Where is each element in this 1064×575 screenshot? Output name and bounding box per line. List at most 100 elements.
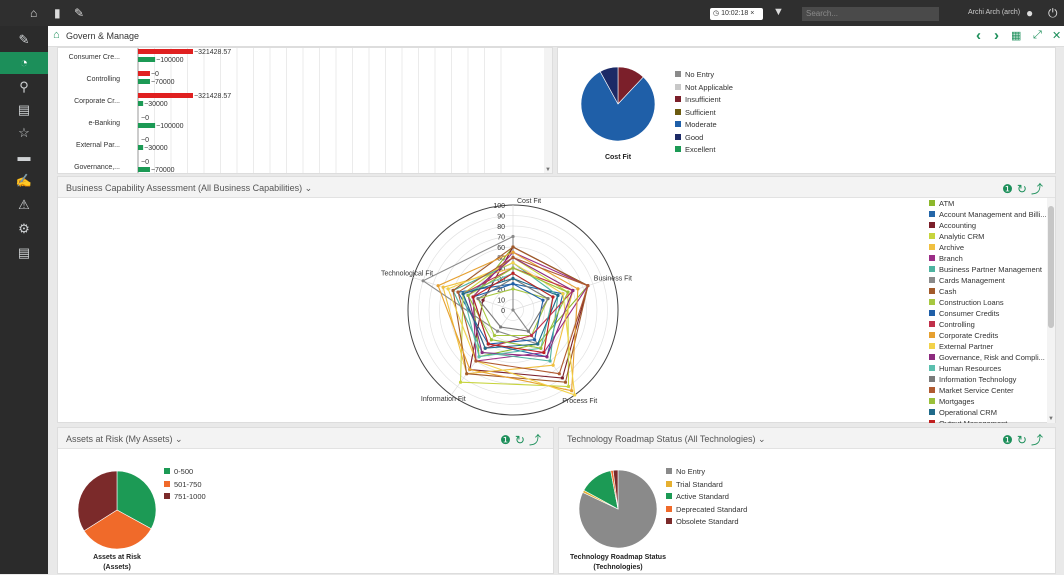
radar-point[interactable] <box>566 290 570 294</box>
radar-point[interactable] <box>511 245 515 249</box>
legend-item[interactable]: Moderate <box>675 119 733 132</box>
legend-item[interactable]: Obsolete Standard <box>666 516 747 529</box>
scroll-down-icon[interactable]: ▼ <box>545 167 551 173</box>
radar-point[interactable] <box>511 271 515 275</box>
radar-point[interactable] <box>557 372 561 376</box>
legend-item[interactable]: Mortgages <box>929 396 1047 407</box>
panel-title[interactable]: Assets at Risk (My Assets) ⌄ <box>66 434 183 445</box>
legend-item[interactable]: Governance, Risk and Compli... <box>929 352 1047 363</box>
radar-point[interactable] <box>456 290 460 294</box>
legend-item[interactable]: Cards Management <box>929 275 1047 286</box>
radar-point[interactable] <box>480 350 484 355</box>
radar-point[interactable] <box>526 329 531 333</box>
scroll-thumb[interactable] <box>1048 206 1054 328</box>
close-icon[interactable]: ✕ <box>1052 29 1061 42</box>
radar-point[interactable] <box>571 288 575 293</box>
radar-point[interactable] <box>541 298 545 302</box>
dashboard-icon[interactable]: ◔ <box>0 52 48 74</box>
back-icon[interactable]: ‹ <box>976 27 981 44</box>
inbox-icon[interactable]: ▬ <box>14 149 34 165</box>
export-icon[interactable]: ⤴ <box>1031 433 1047 447</box>
radar-point[interactable] <box>421 279 425 283</box>
legend-item[interactable]: Good <box>675 132 733 145</box>
legend-item[interactable]: No Entry <box>666 466 747 479</box>
expand-icon[interactable]: ⤢ <box>1033 29 1042 42</box>
radar-point[interactable] <box>511 261 515 265</box>
radar-point[interactable] <box>529 333 534 338</box>
bar[interactable] <box>138 167 150 172</box>
legend-item[interactable]: Construction Loans <box>929 297 1047 308</box>
legend-item[interactable]: ATM <box>929 198 1047 209</box>
document-icon[interactable]: ▤ <box>14 245 34 261</box>
radar-point[interactable] <box>446 287 450 291</box>
legend-item[interactable]: Cash <box>929 286 1047 297</box>
legend-item[interactable]: Insufficient <box>675 94 733 107</box>
pencil-icon[interactable]: ✎ <box>14 32 34 48</box>
bar[interactable] <box>138 101 144 106</box>
radar-point[interactable] <box>489 338 493 342</box>
radar-point[interactable] <box>551 363 555 367</box>
radar-point[interactable] <box>511 282 515 286</box>
radar-point[interactable] <box>471 295 475 299</box>
radar-point[interactable] <box>465 372 469 376</box>
legend-scrollbar[interactable]: ▼ <box>1047 198 1055 423</box>
forward-icon[interactable]: › <box>994 27 999 44</box>
radar-point[interactable] <box>511 276 515 281</box>
radar-point[interactable] <box>441 285 445 289</box>
radar-point[interactable] <box>451 288 455 293</box>
power-icon[interactable]: ⏻ <box>1048 6 1058 21</box>
radar-point[interactable] <box>511 266 515 270</box>
legend-item[interactable]: Archive <box>929 242 1047 253</box>
bar[interactable] <box>138 79 150 84</box>
search-icon[interactable]: ⚲ <box>14 79 34 95</box>
legend-item[interactable]: Controlling <box>929 319 1047 330</box>
radar-point[interactable] <box>563 380 568 384</box>
radar-point[interactable] <box>511 234 515 239</box>
radar-point[interactable] <box>570 389 574 393</box>
legend-item[interactable]: Trial Standard <box>666 479 747 492</box>
home-icon[interactable]: ⌂ <box>30 6 37 20</box>
panel-title[interactable]: Technology Roadmap Status (All Technolog… <box>567 434 766 445</box>
radar-point[interactable] <box>566 384 571 389</box>
radar-point[interactable] <box>474 359 478 363</box>
radar-point[interactable] <box>468 367 472 372</box>
info-icon[interactable]: ❶ <box>500 433 515 447</box>
legend-item[interactable]: External Partner <box>929 341 1047 352</box>
legend-item[interactable]: 0-500 <box>164 466 206 479</box>
radar-point[interactable] <box>481 298 485 302</box>
info-icon[interactable]: ❶ <box>1002 182 1017 196</box>
star-icon[interactable]: ☆ <box>14 125 34 141</box>
settings-icon[interactable]: ⚙ <box>14 221 34 237</box>
legend-item[interactable]: Sufficient <box>675 107 733 120</box>
radar-point[interactable] <box>477 355 481 359</box>
radar-point[interactable] <box>461 292 465 296</box>
legend-item[interactable]: Corporate Credits <box>929 330 1047 341</box>
user-icon[interactable]: ● <box>1026 6 1033 20</box>
radar-point[interactable] <box>551 295 555 299</box>
home-icon[interactable]: ⌂ <box>53 29 60 41</box>
bar[interactable] <box>138 57 156 62</box>
legend-item[interactable]: Account Management and Billi... <box>929 209 1047 220</box>
legend-item[interactable]: Human Resources <box>929 363 1047 374</box>
radar-point[interactable] <box>483 346 487 350</box>
legend-item[interactable]: Consumer Credits <box>929 308 1047 319</box>
radar-point[interactable] <box>495 329 500 333</box>
session-timer[interactable]: ◷ 10:02:18 × <box>710 8 763 20</box>
radar-point[interactable] <box>586 284 590 288</box>
radar-point[interactable] <box>546 297 550 301</box>
radar-point[interactable] <box>573 393 577 397</box>
bar[interactable] <box>138 123 156 128</box>
legend-item[interactable]: Information Technology <box>929 374 1047 385</box>
radar-point[interactable] <box>536 342 540 346</box>
bar[interactable] <box>138 145 144 150</box>
edit-icon[interactable]: ✍ <box>14 173 34 189</box>
legend-item[interactable]: Deprecated Standard <box>666 504 747 517</box>
radar-point[interactable] <box>511 287 515 291</box>
legend-item[interactable]: 751-1000 <box>164 491 206 504</box>
folder-icon[interactable]: ▮ <box>54 6 61 20</box>
radar-point[interactable] <box>511 308 515 312</box>
radar-point[interactable] <box>492 333 497 338</box>
legend-item[interactable]: Accounting <box>929 220 1047 231</box>
panel-title[interactable]: Business Capability Assessment (All Busi… <box>66 183 312 194</box>
radar-point[interactable] <box>533 338 537 342</box>
